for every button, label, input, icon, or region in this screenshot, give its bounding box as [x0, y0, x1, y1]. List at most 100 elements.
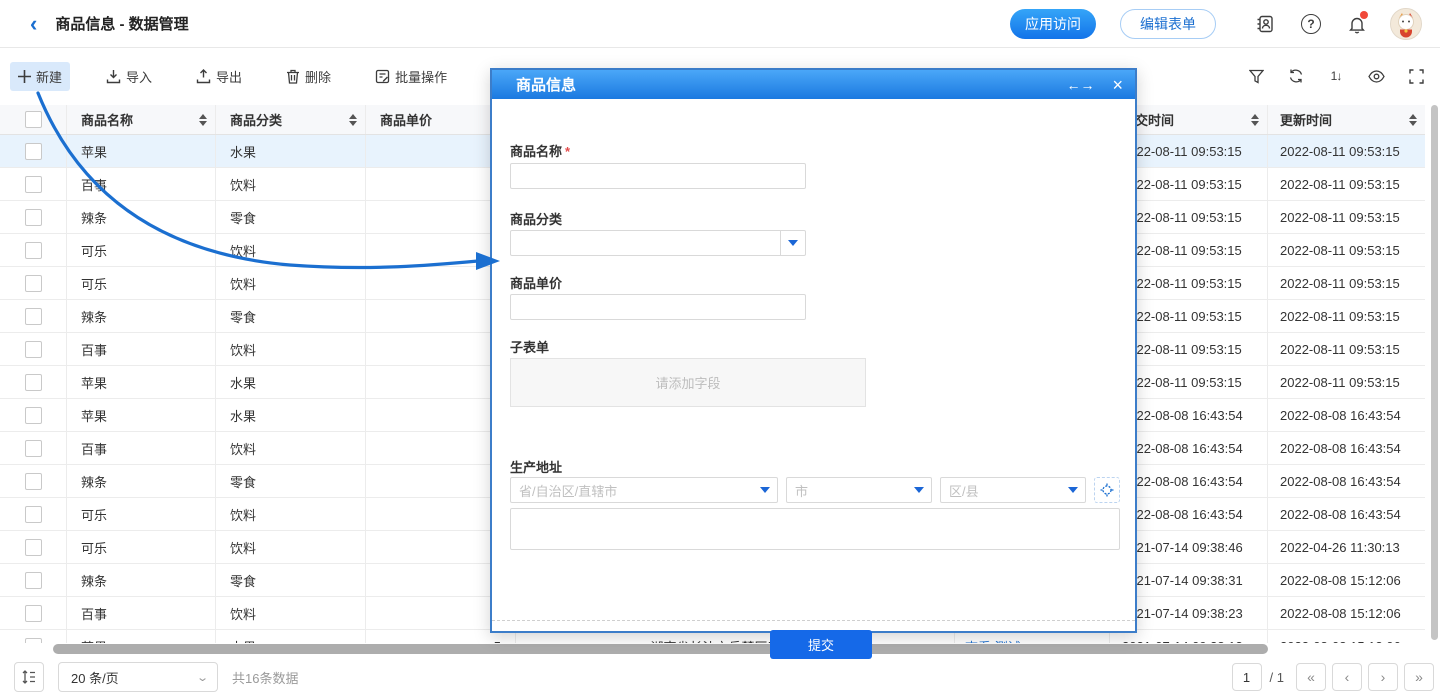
cell-product-category: 饮料 [216, 531, 366, 563]
refresh-icon[interactable] [1286, 66, 1306, 86]
required-asterisk: * [565, 144, 570, 159]
cell-product-name: 苹果 [67, 366, 216, 398]
next-page-button[interactable]: › [1368, 663, 1398, 691]
back-icon[interactable]: ‹ [30, 13, 37, 35]
edit-form-button[interactable]: 编辑表单 [1120, 9, 1216, 39]
page-title: 商品信息 - 数据管理 [55, 13, 188, 34]
last-page-button[interactable]: » [1404, 663, 1434, 691]
row-checkbox[interactable] [25, 176, 42, 193]
cell-product-name: 苹果 [67, 399, 216, 431]
prev-page-button[interactable]: ‹ [1332, 663, 1362, 691]
product-name-input[interactable] [510, 163, 806, 189]
sort-carets-icon[interactable] [1251, 114, 1259, 126]
product-form-modal: 商品信息 ←→ × 商品名称* 商品分类 商品单价 子表单 请添加字段 生产地址… [490, 68, 1137, 633]
row-checkbox-cell [0, 564, 67, 596]
submit-button[interactable]: 提交 [770, 630, 872, 659]
row-checkbox[interactable] [25, 539, 42, 556]
chevron-down-icon: ⌄ [196, 671, 209, 684]
column-header-update-time[interactable]: 更新时间 [1268, 105, 1425, 134]
cell-update-time: 2022-08-11 09:53:15 [1268, 333, 1425, 365]
row-density-icon[interactable] [14, 662, 44, 692]
row-checkbox[interactable] [25, 143, 42, 160]
detail-address-textarea[interactable] [510, 508, 1120, 550]
column-visibility-eye-icon[interactable] [1366, 66, 1386, 86]
notification-dot [1360, 11, 1368, 19]
cell-product-name: 可乐 [67, 498, 216, 530]
cell-product-name: 苹果 [67, 135, 216, 167]
cell-product-category: 饮料 [216, 234, 366, 266]
row-checkbox[interactable] [25, 209, 42, 226]
product-category-label: 商品分类 [510, 209, 562, 228]
row-checkbox[interactable] [25, 638, 42, 644]
column-header-name[interactable]: 商品名称 [67, 105, 216, 134]
product-category-select[interactable] [510, 230, 806, 256]
new-button[interactable]: 新建 [10, 62, 70, 91]
province-select[interactable]: 省/自治区/直辖市 [510, 477, 778, 503]
cell-update-time: 2022-08-11 09:53:15 [1268, 300, 1425, 332]
row-checkbox-cell [0, 630, 67, 643]
city-select[interactable]: 市 [786, 477, 932, 503]
app-access-button[interactable]: 应用访问 [1010, 9, 1096, 39]
first-page-button[interactable]: « [1296, 663, 1326, 691]
row-checkbox[interactable] [25, 506, 42, 523]
product-price-label: 商品单价 [510, 273, 562, 292]
footer-bar: 20 条/页 ⌄ 共16条数据 1 / 1 « ‹ › » [0, 654, 1440, 700]
export-icon [196, 69, 211, 84]
caret-down-icon [788, 240, 798, 246]
fullscreen-icon[interactable] [1406, 66, 1426, 86]
row-checkbox-cell [0, 432, 67, 464]
vertical-scrollbar-thumb[interactable] [1431, 105, 1438, 640]
column-header-category[interactable]: 商品分类 [216, 105, 366, 134]
import-button[interactable]: 导入 [98, 62, 160, 91]
sort-carets-icon[interactable] [1409, 114, 1417, 126]
user-avatar[interactable] [1390, 8, 1422, 40]
caret-down-icon [1068, 487, 1078, 493]
row-checkbox[interactable] [25, 407, 42, 424]
help-icon[interactable]: ? [1300, 13, 1322, 35]
product-price-input[interactable] [510, 294, 806, 320]
batch-operations-button[interactable]: 批量操作 [367, 62, 455, 91]
row-checkbox[interactable] [25, 473, 42, 490]
locate-button[interactable] [1094, 477, 1120, 503]
row-checkbox[interactable] [25, 440, 42, 457]
row-checkbox-cell [0, 498, 67, 530]
import-icon [106, 69, 121, 84]
row-checkbox[interactable] [25, 275, 42, 292]
expand-width-icon[interactable]: ←→ [1066, 77, 1094, 93]
production-address-label: 生产地址 [510, 457, 562, 476]
row-checkbox[interactable] [25, 242, 42, 259]
district-select[interactable]: 区/县 [940, 477, 1086, 503]
select-all-checkbox[interactable] [25, 111, 42, 128]
select-all-cell [0, 105, 67, 134]
vertical-scrollbar[interactable] [1431, 100, 1438, 645]
filter-icon[interactable] [1246, 66, 1266, 86]
subform-placeholder-panel[interactable]: 请添加字段 [510, 358, 866, 407]
modal-footer-divider [492, 620, 1135, 621]
horizontal-scrollbar-thumb[interactable] [53, 644, 1268, 654]
cell-update-time: 2022-08-08 16:43:54 [1268, 432, 1425, 464]
horizontal-scrollbar[interactable] [0, 644, 1440, 654]
cell-product-category: 零食 [216, 465, 366, 497]
notifications-bell-icon[interactable] [1346, 13, 1368, 35]
row-checkbox[interactable] [25, 374, 42, 391]
row-checkbox[interactable] [25, 572, 42, 589]
cell-product-category: 零食 [216, 564, 366, 596]
cell-update-time: 2022-08-11 09:53:15 [1268, 201, 1425, 233]
sort-icon[interactable]: 1↓ [1326, 66, 1346, 86]
page-size-select[interactable]: 20 条/页 ⌄ [58, 662, 218, 692]
row-checkbox[interactable] [25, 308, 42, 325]
cell-product-category: 饮料 [216, 267, 366, 299]
sort-carets-icon[interactable] [199, 114, 207, 126]
row-checkbox[interactable] [25, 341, 42, 358]
export-button[interactable]: 导出 [188, 62, 250, 91]
row-checkbox[interactable] [25, 605, 42, 622]
sort-carets-icon[interactable] [349, 114, 357, 126]
current-page-input[interactable]: 1 [1232, 663, 1262, 691]
cell-update-time: 2022-08-08 15:12:06 [1268, 630, 1425, 643]
cell-product-name: 辣条 [67, 465, 216, 497]
close-icon[interactable]: × [1112, 76, 1123, 94]
cell-update-time: 2022-08-08 15:12:06 [1268, 564, 1425, 596]
cell-product-name: 可乐 [67, 234, 216, 266]
contacts-book-icon[interactable] [1254, 13, 1276, 35]
delete-button[interactable]: 删除 [278, 62, 339, 91]
